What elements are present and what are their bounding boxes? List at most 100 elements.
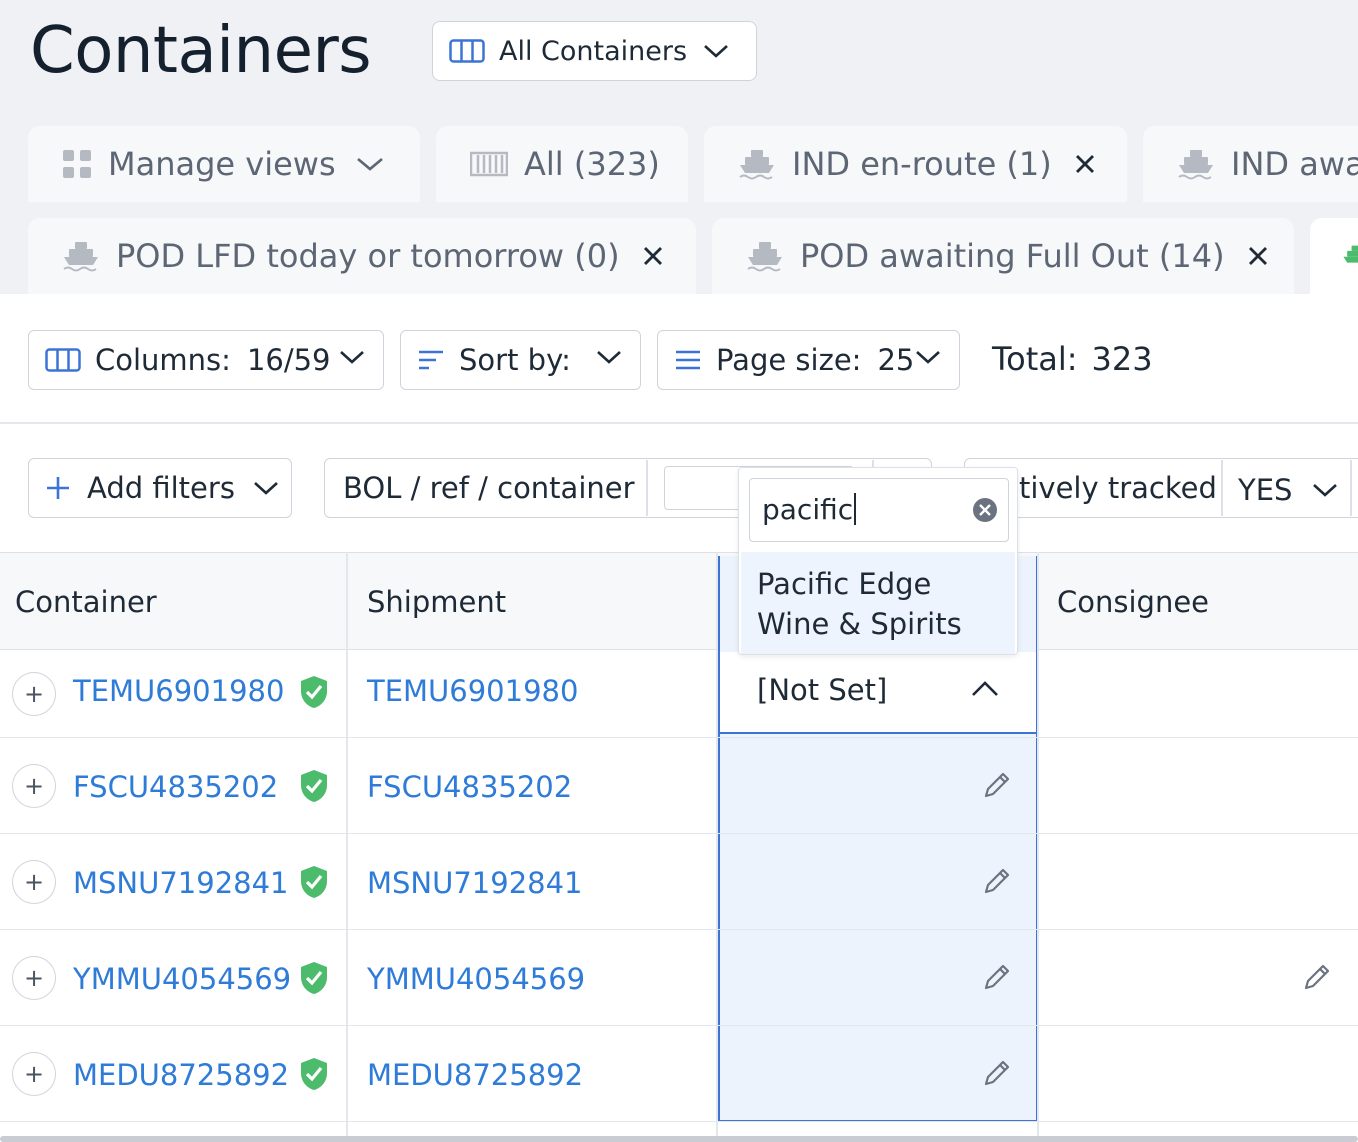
columns-button[interactable]: Columns: 16/59 bbox=[28, 330, 384, 390]
menu-icon bbox=[676, 350, 700, 370]
tab-manage-views[interactable]: Manage views bbox=[28, 126, 420, 202]
table-row: + FSCU4835202 FSCU4835202 bbox=[0, 738, 1358, 834]
plus-icon bbox=[47, 477, 69, 499]
chevron-down-icon bbox=[1313, 484, 1338, 497]
tab-pod-lfd[interactable]: POD LFD today or tomorrow (0) bbox=[28, 218, 696, 294]
sort-by-button[interactable]: Sort by: bbox=[400, 330, 641, 390]
edit-pencil-icon[interactable] bbox=[982, 1058, 1012, 1088]
active-cell-value: [Not Set] bbox=[757, 673, 888, 707]
clear-search-icon[interactable] bbox=[972, 497, 998, 523]
container-link[interactable]: YMMU4054569 bbox=[73, 962, 291, 996]
close-icon[interactable] bbox=[1247, 245, 1269, 267]
ship-icon bbox=[1178, 150, 1213, 180]
edit-pencil-icon[interactable] bbox=[982, 962, 1012, 992]
table-row: + TEMU6901980 TEMU6901980 bbox=[0, 650, 1358, 738]
expand-row-button[interactable]: + bbox=[12, 956, 56, 1000]
edit-pencil-icon[interactable] bbox=[1302, 962, 1332, 992]
bol-filter-label: BOL / ref / container bbox=[343, 471, 635, 505]
tab-pod-awaiting-full-out[interactable]: POD awaiting Full Out (14) bbox=[712, 218, 1294, 294]
edit-pencil-icon[interactable] bbox=[982, 866, 1012, 896]
column-divider bbox=[1037, 552, 1039, 1142]
shipment-link[interactable]: MSNU7192841 bbox=[367, 866, 583, 900]
tab-ind-en-route[interactable]: IND en-route (1) bbox=[704, 126, 1127, 202]
page-size-value: 25 bbox=[877, 343, 915, 377]
tab-label: POD LFD today or tomorrow (0) bbox=[116, 237, 620, 275]
shipment-link[interactable]: MEDU8725892 bbox=[367, 1058, 583, 1092]
chevron-down-icon bbox=[704, 45, 728, 58]
columns-icon bbox=[45, 348, 81, 372]
ship-icon bbox=[739, 150, 774, 180]
sort-label: Sort by: bbox=[459, 343, 571, 377]
consignee-dropdown: pacific Pacific Edge Wine & Spirits bbox=[738, 467, 1018, 655]
dropdown-option[interactable]: Pacific Edge Wine & Spirits bbox=[741, 552, 1015, 654]
table-row: + MSNU7192841 MSNU7192841 bbox=[0, 834, 1358, 930]
shipment-link[interactable]: TEMU6901980 bbox=[367, 674, 578, 708]
grid-icon bbox=[63, 150, 91, 178]
shipment-link[interactable]: FSCU4835202 bbox=[367, 770, 572, 804]
option-label-line2: Wine & Spirits bbox=[757, 607, 962, 641]
expand-row-button[interactable]: + bbox=[12, 764, 56, 808]
tracked-filter-value: YES bbox=[1238, 473, 1293, 507]
column-header-container[interactable]: Container bbox=[15, 585, 157, 619]
columns-label: Columns: bbox=[95, 343, 231, 377]
tab-label: IND awa bbox=[1231, 145, 1358, 183]
dropdown-search-input[interactable]: pacific bbox=[749, 478, 1009, 542]
total-value: 323 bbox=[1091, 340, 1153, 378]
container-link[interactable]: MEDU8725892 bbox=[73, 1058, 289, 1092]
view-selector-label: All Containers bbox=[499, 35, 688, 67]
view-selector[interactable]: All Containers bbox=[432, 21, 757, 81]
close-icon[interactable] bbox=[642, 245, 664, 267]
chevron-down-icon bbox=[340, 351, 364, 364]
filter-divider bbox=[1350, 460, 1352, 516]
chevron-down-icon bbox=[356, 158, 383, 171]
container-link[interactable]: TEMU6901980 bbox=[73, 674, 284, 708]
verified-shield-icon bbox=[301, 770, 327, 802]
chevron-down-icon bbox=[597, 351, 621, 364]
column-header-consignee[interactable]: Consignee bbox=[1057, 585, 1209, 619]
tracked-filter-label: tively tracked bbox=[1019, 471, 1217, 505]
filter-divider bbox=[1221, 460, 1223, 516]
tab-active[interactable] bbox=[1310, 218, 1358, 294]
table-row: + YMMU4054569 YMMU4054569 bbox=[0, 930, 1358, 1026]
shipment-link[interactable]: YMMU4054569 bbox=[367, 962, 585, 996]
tab-label: IND en-route (1) bbox=[792, 145, 1052, 183]
chevron-down-icon bbox=[254, 482, 278, 495]
sort-icon bbox=[419, 350, 443, 370]
edit-pencil-icon[interactable] bbox=[982, 770, 1012, 800]
expand-row-button[interactable]: + bbox=[12, 860, 56, 904]
column-header-shipment[interactable]: Shipment bbox=[367, 585, 506, 619]
verified-shield-icon bbox=[301, 676, 327, 708]
ship-icon bbox=[1343, 245, 1358, 263]
option-label-line1: Pacific Edge bbox=[757, 567, 932, 601]
columns-icon bbox=[449, 39, 485, 63]
verified-shield-icon bbox=[301, 962, 327, 994]
container-link[interactable]: MSNU7192841 bbox=[73, 866, 289, 900]
container-link[interactable]: FSCU4835202 bbox=[73, 770, 278, 804]
filter-divider bbox=[646, 460, 648, 516]
ship-icon bbox=[747, 242, 782, 272]
page-title: Containers bbox=[30, 14, 372, 88]
tab-label: POD awaiting Full Out (14) bbox=[800, 237, 1225, 275]
chevron-down-icon bbox=[916, 351, 940, 364]
expand-row-button[interactable]: + bbox=[12, 672, 56, 716]
column-divider bbox=[716, 552, 718, 1142]
add-filters-label: Add filters bbox=[87, 471, 235, 505]
expand-row-button[interactable]: + bbox=[12, 1052, 56, 1096]
container-icon bbox=[470, 151, 508, 177]
close-icon[interactable] bbox=[1074, 153, 1096, 175]
chevron-up-icon[interactable] bbox=[970, 678, 1000, 698]
tab-ind-awaiting[interactable]: IND awa bbox=[1143, 126, 1358, 202]
verified-shield-icon bbox=[301, 1058, 327, 1090]
divider bbox=[0, 422, 1358, 424]
tab-all[interactable]: All (323) bbox=[436, 126, 688, 202]
page-size-button[interactable]: Page size: 25 bbox=[657, 330, 960, 390]
add-filters-button[interactable]: Add filters bbox=[28, 458, 292, 518]
table-header: Container Shipment Consignee bbox=[0, 552, 1358, 650]
page-size-label: Page size: bbox=[716, 343, 862, 377]
tab-label: All (323) bbox=[524, 145, 660, 183]
horizontal-scrollbar[interactable] bbox=[0, 1136, 1358, 1142]
tracked-filter-select[interactable]: YES bbox=[1238, 470, 1338, 510]
column-divider bbox=[346, 552, 348, 1142]
ship-icon bbox=[63, 242, 98, 272]
tab-label: Manage views bbox=[108, 145, 336, 183]
